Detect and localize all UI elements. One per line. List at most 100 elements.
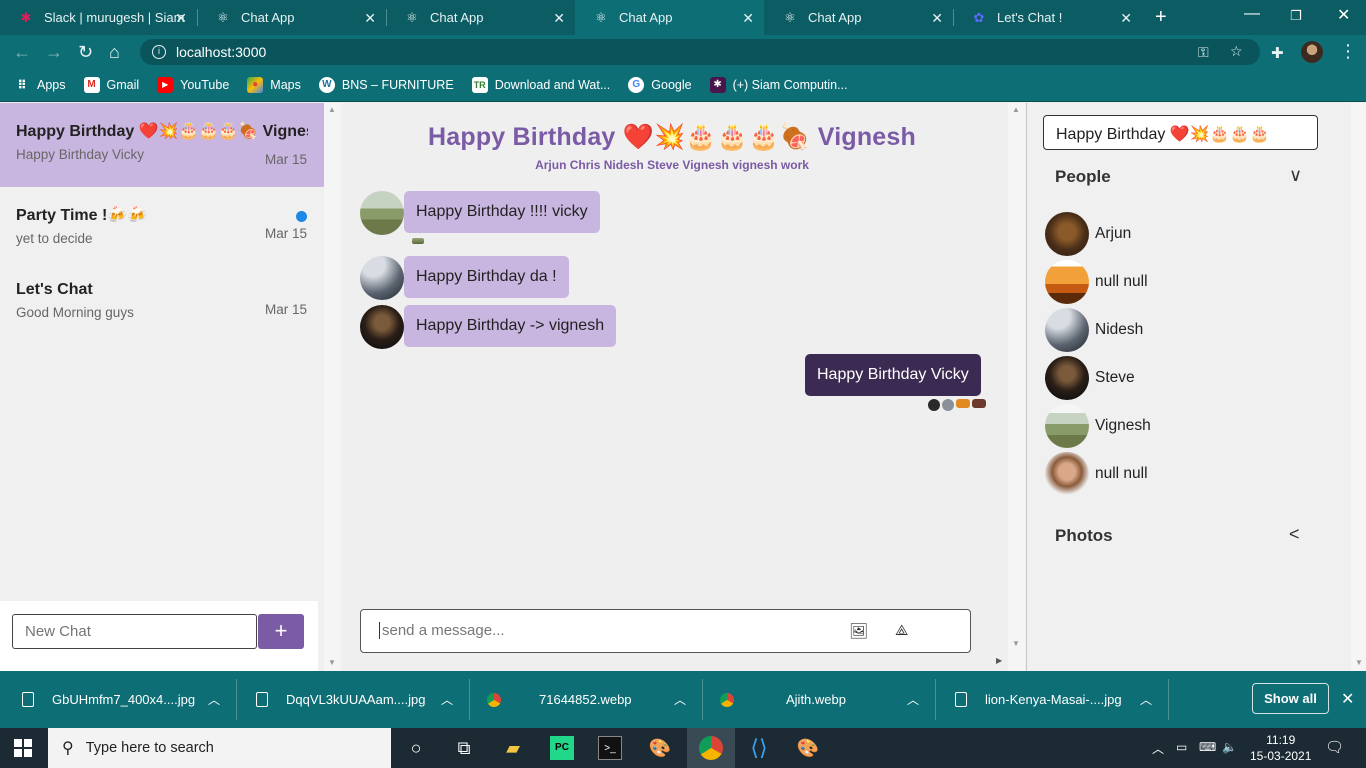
minimize-icon[interactable]: —	[1244, 5, 1260, 23]
vscode-icon[interactable]: ⟨⟩	[747, 736, 771, 760]
chevron-up-icon[interactable]: ︿	[1140, 691, 1152, 708]
windows-start-icon[interactable]	[14, 739, 32, 757]
cortana-icon[interactable]: ○	[404, 736, 428, 760]
read-receipts	[928, 399, 986, 411]
photos-section-title[interactable]: Photos	[1055, 526, 1113, 546]
download-item[interactable]: DqqVL3kUUAAam....jpg ︿	[256, 671, 453, 728]
paint-icon[interactable]: 🎨	[648, 736, 672, 760]
chevron-up-icon[interactable]: ︿	[907, 691, 919, 708]
profile-avatar[interactable]	[1301, 41, 1323, 63]
message-input[interactable]: send a message...	[379, 622, 505, 639]
download-item[interactable]: lion-Kenya-Masai-....jpg ︿	[955, 671, 1152, 728]
chevron-up-icon[interactable]: ︿	[441, 691, 453, 708]
create-chat-button[interactable]: +	[258, 614, 304, 649]
browser-toolbar: ← → ↻ ⌂ i localhost:3000 ⚿ ☆ ✚ ⋮	[0, 35, 1366, 69]
close-icon[interactable]: ✕	[742, 10, 754, 27]
send-icon[interactable]: ⟁	[895, 622, 908, 639]
tab-chat-app-4[interactable]: ⚛ Chat App ✕	[764, 0, 953, 35]
terminal-icon[interactable]: >_	[598, 736, 622, 760]
close-icon[interactable]: ✕	[1120, 10, 1132, 27]
download-item[interactable]: 71644852.webp ︿	[487, 671, 686, 728]
person-item[interactable]: Steve	[1045, 356, 1135, 400]
close-window-icon[interactable]: ✕	[1337, 5, 1350, 25]
system-clock[interactable]: 11:19 15-03-2021	[1250, 732, 1311, 764]
bookmark-label: Apps	[37, 78, 66, 92]
close-icon[interactable]: ✕	[1341, 689, 1354, 709]
pycharm-icon[interactable]: PC	[550, 736, 574, 760]
restore-icon[interactable]: ❐	[1290, 8, 1302, 24]
volume-icon[interactable]: 🔈	[1222, 740, 1237, 754]
close-icon[interactable]: ✕	[553, 10, 565, 27]
tab-chat-app-2[interactable]: ⚛ Chat App ✕	[386, 0, 575, 35]
bookmark-youtube[interactable]: ▶ YouTube	[157, 77, 229, 93]
chat-list-item[interactable]: Happy Birthday ❤️💥🎂🎂🎂🍖 Vignesh Happy Bir…	[0, 103, 324, 187]
close-icon[interactable]: ✕	[175, 10, 187, 27]
menu-icon[interactable]: ⋮	[1339, 41, 1357, 62]
scroll-up-icon[interactable]: ▲	[1012, 105, 1020, 114]
bookmark-apps[interactable]: ⠿ Apps	[14, 77, 66, 93]
tab-slack[interactable]: ✱ Slack | murugesh | Siam ✕	[0, 0, 197, 35]
person-item[interactable]: null null	[1045, 260, 1148, 304]
forward-icon[interactable]: →	[45, 42, 63, 63]
message-bubble: Happy Birthday da !	[404, 256, 569, 298]
taskbar-search[interactable]: ⚲ Type here to search	[48, 728, 391, 768]
bookmark-siam[interactable]: ✱ (+) Siam Computin...	[709, 77, 848, 93]
tab-chat-app-1[interactable]: ⚛ Chat App ✕	[197, 0, 386, 35]
details-scrollbar[interactable]: ▼	[1351, 103, 1366, 671]
person-item[interactable]: Arjun	[1045, 212, 1131, 256]
chat-list-scrollbar[interactable]: ▲ ▼	[324, 103, 341, 671]
tab-title: Chat App	[808, 10, 862, 25]
key-icon[interactable]: ⚿	[1198, 44, 1209, 61]
reload-icon[interactable]: ↻	[78, 42, 93, 63]
notifications-icon[interactable]: 🗨	[1325, 738, 1344, 756]
info-icon[interactable]: i	[152, 45, 166, 59]
new-tab-button[interactable]: +	[1155, 6, 1167, 29]
scroll-down-icon[interactable]: ▼	[328, 658, 336, 667]
close-icon[interactable]: ✕	[364, 10, 376, 27]
image-upload-icon[interactable]: 🖼	[849, 622, 868, 640]
people-section-title[interactable]: People	[1055, 167, 1111, 187]
extensions-icon[interactable]: ✚	[1271, 44, 1284, 62]
file-explorer-icon[interactable]: ▰	[501, 736, 525, 760]
new-chat-input[interactable]	[12, 614, 257, 649]
chevron-up-icon[interactable]: ︿	[674, 691, 686, 708]
task-view-icon[interactable]: ⧉	[452, 736, 476, 760]
chat-title-input[interactable]: Happy Birthday ❤️💥🎂🎂🎂	[1043, 115, 1318, 150]
person-item[interactable]: null null	[1045, 452, 1148, 496]
chrome-icon	[487, 692, 501, 707]
show-all-button[interactable]: Show all	[1252, 683, 1329, 714]
person-item[interactable]: Vignesh	[1045, 404, 1151, 448]
star-icon[interactable]: ☆	[1230, 43, 1243, 60]
bookmark-download[interactable]: TR Download and Wat...	[471, 77, 610, 93]
chat-list-item[interactable]: Party Time !🍻🍻 yet to decide Mar 15	[0, 187, 324, 263]
download-item[interactable]: Ajith.webp ︿	[720, 671, 919, 728]
bookmark-maps[interactable]: ● Maps	[247, 77, 301, 93]
scroll-down-icon[interactable]: ▼	[1355, 658, 1363, 667]
chevron-left-icon[interactable]: <	[1289, 524, 1300, 545]
home-icon[interactable]: ⌂	[109, 42, 120, 63]
scroll-up-icon[interactable]: ▲	[328, 105, 336, 114]
paint-icon[interactable]: 🎨	[796, 736, 820, 760]
chat-list-item[interactable]: Let's Chat Good Morning guys Mar 15	[0, 263, 324, 339]
chevron-down-icon[interactable]: ∨	[1289, 165, 1302, 186]
chat-feed-scrollbar[interactable]: ▲ ▼	[1008, 103, 1025, 671]
tab-lets-chat[interactable]: ✿ Let's Chat ! ✕	[953, 0, 1142, 35]
person-name: Nidesh	[1095, 321, 1144, 338]
close-icon[interactable]: ✕	[931, 10, 943, 27]
tab-chat-app-3[interactable]: ⚛ Chat App ✕	[575, 0, 764, 35]
bookmark-google[interactable]: G Google	[628, 77, 692, 93]
battery-icon[interactable]: ▭	[1176, 740, 1187, 754]
chrome-icon[interactable]	[699, 736, 723, 760]
bookmark-gmail[interactable]: M Gmail	[83, 77, 139, 93]
address-bar[interactable]: i localhost:3000 ⚿ ☆	[140, 39, 1260, 65]
network-icon[interactable]: ⌨	[1199, 740, 1216, 754]
bookmark-bns-furniture[interactable]: W BNS – FURNITURE	[318, 77, 454, 93]
bookmark-label: YouTube	[180, 78, 230, 92]
download-item[interactable]: GbUHmfm7_400x4....jpg ︿	[22, 671, 220, 728]
scroll-right-icon[interactable]: ▶	[996, 656, 1002, 665]
scroll-down-icon[interactable]: ▼	[1012, 639, 1020, 648]
chevron-up-icon[interactable]: ︿	[208, 691, 220, 708]
chevron-up-icon[interactable]: ︿	[1152, 740, 1164, 757]
person-item[interactable]: Nidesh	[1045, 308, 1143, 352]
back-icon[interactable]: ←	[13, 42, 31, 63]
